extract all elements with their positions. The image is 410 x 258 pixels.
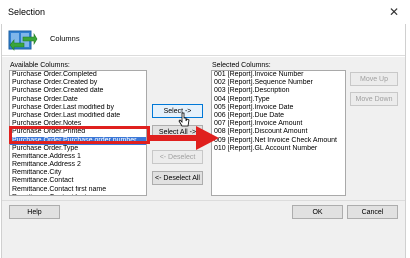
selected-columns-label: Selected Columns: (212, 62, 271, 69)
footer-divider (2, 200, 405, 201)
title-bar (0, 0, 410, 24)
highlight-box (9, 126, 150, 144)
close-icon[interactable]: ✕ (386, 4, 402, 20)
list-item[interactable]: Purchase Order.Last modified by (10, 104, 146, 112)
list-item[interactable]: Purchase Order.Completed (10, 71, 146, 79)
list-item[interactable]: Remittance.City (10, 169, 146, 177)
ok-button[interactable]: OK (292, 205, 343, 219)
list-item[interactable]: 009 [Report].Net Invoice Check Amount (212, 137, 345, 145)
list-item[interactable]: 006 [Report].Due Date (212, 112, 345, 120)
list-item[interactable]: Purchase Order.Created date (10, 87, 146, 95)
list-item[interactable]: Purchase Order.Date (10, 96, 146, 104)
list-item[interactable]: Remittance.Contact last name (10, 194, 146, 195)
list-item[interactable]: 001 [Report].Invoice Number (212, 71, 345, 79)
list-item[interactable]: 010 [Report].GL Account Number (212, 145, 345, 153)
available-columns-label: Available Columns: (10, 62, 70, 69)
list-item[interactable]: Purchase Order.Type (10, 145, 146, 153)
list-item[interactable]: 007 [Report].Invoice Amount (212, 120, 345, 128)
list-item[interactable]: Purchase Order.Created by (10, 79, 146, 87)
list-item[interactable]: 008 [Report].Discount Amount (212, 128, 345, 136)
list-item[interactable]: Remittance.Address 2 (10, 161, 146, 169)
selected-columns-list[interactable]: 001 [Report].Invoice Number 002 [Report].… (211, 70, 346, 196)
list-item[interactable]: 003 [Report].Description (212, 87, 345, 95)
move-up-button[interactable]: Move Up (350, 72, 398, 86)
red-arrow-icon (150, 126, 219, 150)
list-item[interactable]: Remittance.Address 1 (10, 153, 146, 161)
list-item[interactable]: Purchase Order.Last modified date (10, 112, 146, 120)
dialog-footer (2, 200, 405, 258)
cancel-button[interactable]: Cancel (347, 205, 398, 219)
mouse-pointer-icon (178, 112, 190, 127)
list-item[interactable]: Remittance.Contact (10, 177, 146, 185)
list-item[interactable]: 004 [Report].Type (212, 96, 345, 104)
deselect-all-button[interactable]: <- Deselect All (152, 171, 203, 185)
list-item[interactable]: Remittance.Contact first name (10, 186, 146, 194)
help-button[interactable]: Help (9, 205, 60, 219)
list-item[interactable]: 002 [Report].Sequence Number (212, 79, 345, 87)
deselect-button[interactable]: <- Deselect (152, 150, 203, 164)
list-item[interactable]: 005 [Report].Invoice Date (212, 104, 345, 112)
window-title: Selection (8, 7, 46, 17)
move-down-button[interactable]: Move Down (350, 92, 398, 106)
